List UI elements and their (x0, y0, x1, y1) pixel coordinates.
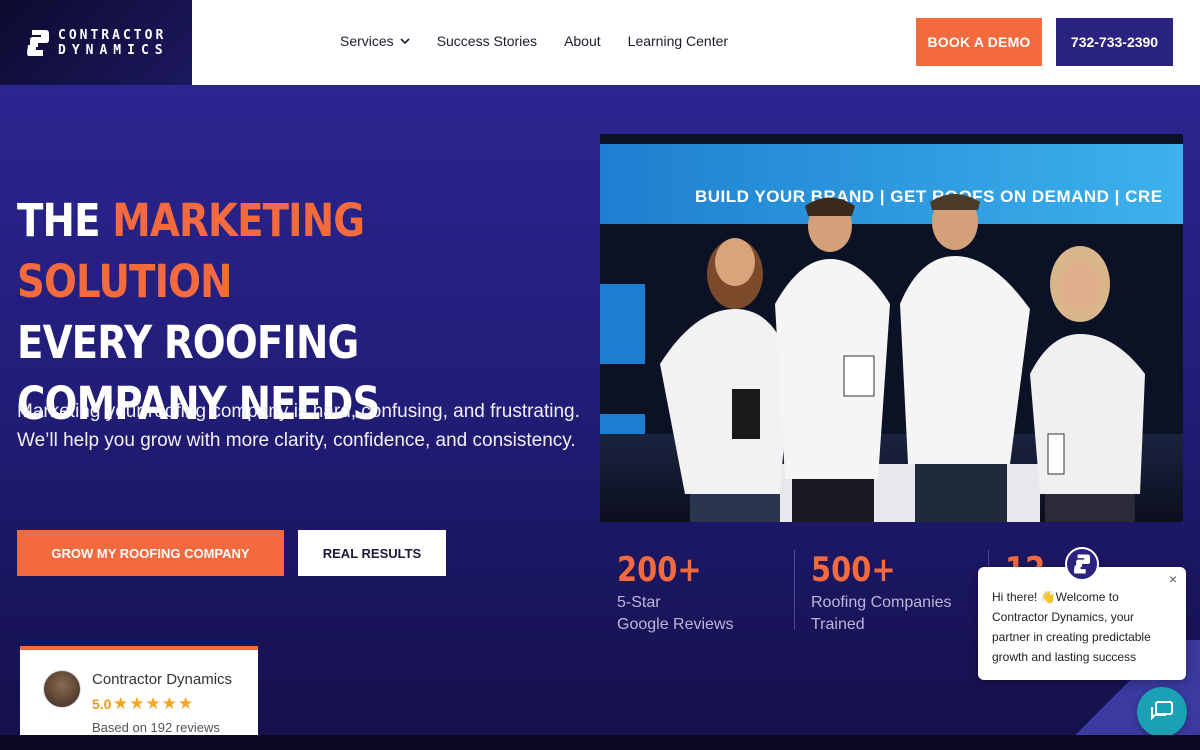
stat-reviews: 200+ 5-Star Google Reviews (617, 550, 734, 636)
chat-agent-avatar (1065, 547, 1099, 581)
chat-bubble-icon (1151, 701, 1173, 721)
chevron-down-icon (400, 38, 410, 45)
headline-prefix: THE (17, 194, 113, 247)
nav-item-label: Services (340, 33, 394, 49)
main-nav: Services Success Stories About Learning … (340, 33, 728, 49)
team-photo-illustration: BUILD YOUR BRAND | GET ROOFS ON DEMAND |… (600, 134, 1183, 522)
phone-button[interactable]: 732-733-2390 (1056, 18, 1173, 66)
photo-banner-text: BUILD YOUR BRAND | GET ROOFS ON DEMAND |… (695, 187, 1163, 206)
site-header: CONTRACTOR DYNAMICS Services Success Sto… (0, 0, 1200, 85)
review-company-name: Contractor Dynamics (92, 671, 233, 688)
nav-item-success-stories[interactable]: Success Stories (437, 33, 537, 49)
stat-label-line: 5-Star (617, 594, 661, 611)
chat-message: Hi there! 👋Welcome to Contractor Dynamic… (992, 590, 1151, 664)
logo[interactable]: CONTRACTOR DYNAMICS (0, 0, 192, 85)
stat-label-line: Trained (811, 616, 865, 633)
stat-companies: 500+ Roofing Companies Trained (811, 550, 952, 636)
nav-item-services[interactable]: Services (340, 33, 410, 49)
real-results-button[interactable]: REAL RESULTS (298, 530, 446, 576)
stat-number: 200+ (617, 550, 702, 590)
hero-bottom-bar (0, 735, 1200, 750)
stat-label-line: Google Reviews (617, 616, 734, 633)
logo-mark-icon (1073, 554, 1091, 574)
grow-company-button[interactable]: GROW MY ROOFING COMPANY (17, 530, 284, 576)
stat-label-line: Roofing Companies (811, 594, 952, 611)
star-rating-icon: ★★★★★ (113, 694, 195, 713)
nav-item-label: Learning Center (627, 33, 729, 49)
hero-subtext: Marketing your roofing company is hard, … (17, 401, 580, 451)
avatar (43, 670, 81, 708)
review-count: Based on 192 reviews (92, 720, 220, 735)
chat-popup[interactable]: × Hi there! 👋Welcome to Contractor Dynam… (978, 567, 1186, 680)
stat-divider (794, 550, 795, 630)
nav-item-label: Success Stories (436, 33, 538, 49)
hero-photo: BUILD YOUR BRAND | GET ROOFS ON DEMAND |… (600, 134, 1183, 522)
logo-line-2: DYNAMICS (58, 42, 169, 58)
book-demo-button[interactable]: BOOK A DEMO (916, 18, 1042, 66)
nav-item-learning-center[interactable]: Learning Center (628, 33, 728, 49)
review-score: 5.0 (92, 696, 112, 712)
nav-item-label: About (564, 33, 601, 49)
stat-number: 500+ (811, 550, 896, 590)
nav-item-about[interactable]: About (564, 33, 601, 49)
logo-line-1: CONTRACTOR (58, 27, 167, 43)
chat-launcher-button[interactable] (1137, 687, 1187, 737)
close-icon[interactable]: × (1169, 571, 1177, 587)
logo-mark-icon (27, 29, 49, 56)
